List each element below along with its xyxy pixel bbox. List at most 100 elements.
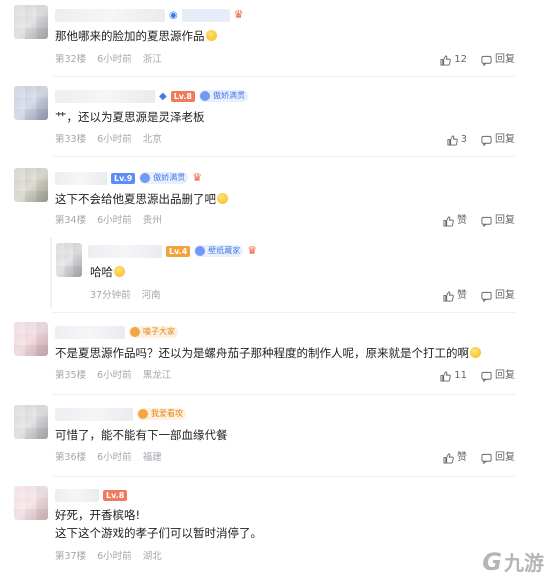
post-time: 6小时前 xyxy=(97,452,132,463)
avatar[interactable] xyxy=(56,243,82,277)
location: 湖北 xyxy=(142,551,162,562)
username[interactable] xyxy=(55,89,155,103)
thumbs-up-icon xyxy=(443,452,454,464)
reply-icon xyxy=(481,453,492,464)
medal-tag: 嗑子大家 xyxy=(129,326,178,338)
like-button[interactable]: 3 xyxy=(447,133,467,147)
crown-icon: ♛ xyxy=(192,171,203,184)
comment-actions: 赞 回复 xyxy=(443,214,515,228)
post-time: 6小时前 xyxy=(97,551,132,562)
comment-text: 好死，开香槟咯! xyxy=(55,508,141,522)
reply-button[interactable]: 回复 xyxy=(481,369,515,383)
location: 浙江 xyxy=(142,54,162,65)
like-count: 11 xyxy=(454,370,467,381)
floor-number: 第37楼 xyxy=(55,551,87,562)
like-button[interactable]: 赞 xyxy=(443,289,467,303)
comment-meta: 第35楼 6小时前 黑龙江 xyxy=(55,369,179,383)
floor-number: 第32楼 xyxy=(55,54,87,65)
floor-number: 第35楼 xyxy=(55,370,87,381)
reply-button[interactable]: 回复 xyxy=(481,133,515,147)
avatar[interactable] xyxy=(14,168,48,202)
thumbs-up-icon xyxy=(443,215,454,227)
reply-button[interactable]: 回复 xyxy=(481,214,515,228)
comment-actions: 赞 回复 xyxy=(443,451,515,465)
comment-actions: 3 回复 xyxy=(447,133,515,147)
reply-icon xyxy=(481,371,492,382)
avatar[interactable] xyxy=(14,405,48,439)
like-button[interactable]: 12 xyxy=(440,53,467,67)
reply-meta: 37分钟前 河南 xyxy=(90,289,169,303)
watermark-logo-icon: G xyxy=(482,547,502,576)
like-label: 赞 xyxy=(457,290,467,301)
reply-thread-line xyxy=(50,238,52,308)
post-time: 6小时前 xyxy=(97,370,132,381)
username[interactable] xyxy=(55,8,165,22)
reply-icon xyxy=(481,55,492,66)
divider xyxy=(52,476,516,477)
reply-button[interactable]: 回复 xyxy=(481,451,515,465)
reply-icon xyxy=(481,135,492,146)
like-button[interactable]: 11 xyxy=(440,369,467,383)
comment-meta: 第37楼 6小时前 湖北 xyxy=(55,550,170,564)
thumbs-up-icon xyxy=(440,370,452,382)
username-row: 我爱看攻 xyxy=(55,406,186,422)
comment-meta: 第32楼 6小时前 浙江 xyxy=(55,53,170,67)
divider xyxy=(52,156,516,157)
level-badge: Lv.8 xyxy=(170,90,195,102)
avatar[interactable] xyxy=(14,322,48,356)
username[interactable] xyxy=(88,244,162,258)
post-time: 6小时前 xyxy=(97,54,132,65)
username-row: Lv.9 傲娇满贯 ♛ xyxy=(55,170,202,186)
watermark-text: 九游 xyxy=(504,551,544,575)
comment-text-line2: 这下这个游戏的孝子们可以暂时消停了。 xyxy=(55,526,262,540)
reply-button[interactable]: 回复 xyxy=(481,53,515,67)
vip-icon: ◆ xyxy=(159,90,167,102)
avatar[interactable] xyxy=(14,486,48,520)
avatar[interactable] xyxy=(14,5,48,39)
location: 贵州 xyxy=(142,215,162,226)
post-time: 6小时前 xyxy=(97,134,132,145)
divider xyxy=(52,312,516,313)
level-badge: Lv.9 xyxy=(111,172,136,184)
like-button[interactable]: 赞 xyxy=(443,451,467,465)
username-row: ◆ Lv.8 傲娇满贯 xyxy=(55,88,248,104)
comment-actions: 12 回复 xyxy=(440,53,515,67)
reply-icon xyxy=(481,216,492,227)
reply-icon xyxy=(481,291,492,302)
smile-emoji-icon xyxy=(217,193,228,204)
location: 福建 xyxy=(142,452,162,463)
thumbs-up-icon xyxy=(447,134,458,146)
like-label: 赞 xyxy=(457,215,467,226)
smile-emoji-icon xyxy=(114,266,125,277)
username[interactable] xyxy=(55,171,107,185)
comment-meta: 第34楼 6小时前 贵州 xyxy=(55,214,170,228)
post-time: 6小时前 xyxy=(97,215,132,226)
username-row: Lv.8 xyxy=(55,487,128,503)
location: 北京 xyxy=(142,134,162,145)
level-badge: Lv.8 xyxy=(103,489,128,501)
location: 河南 xyxy=(141,290,161,301)
smile-emoji-icon xyxy=(470,347,481,358)
comment-meta: 第33楼 6小时前 北京 xyxy=(55,133,170,147)
comment-meta: 第36楼 6小时前 福建 xyxy=(55,451,170,465)
thumbs-up-icon xyxy=(443,290,454,302)
reply-button[interactable]: 回复 xyxy=(481,289,515,303)
comment-text: 不是夏思源作品吗？还以为是螺舟茄子那种程度的制作人呢，原来就是个打工的啊 xyxy=(55,345,481,361)
medal-tag: 我爱看攻 xyxy=(137,408,186,420)
username-suffix xyxy=(181,8,230,22)
username-row: 嗑子大家 xyxy=(55,324,178,340)
smile-emoji-icon xyxy=(205,30,217,41)
reply-text: 哈哈 xyxy=(90,264,125,280)
watermark-logo: G 九游 xyxy=(482,547,544,576)
comment-text: 可惜了，能不能有下一部血缘代餐 xyxy=(55,428,228,442)
avatar[interactable] xyxy=(14,86,48,120)
vip-icon: ◉ xyxy=(169,9,178,21)
location: 黑龙江 xyxy=(142,370,172,381)
like-count: 12 xyxy=(454,54,467,65)
username[interactable] xyxy=(55,407,133,421)
like-button[interactable]: 赞 xyxy=(443,214,467,228)
medal-tag: 壁纸藏家 xyxy=(194,245,244,257)
username[interactable] xyxy=(55,488,99,502)
comment-actions: 11 回复 xyxy=(440,369,515,383)
username[interactable] xyxy=(55,325,125,339)
